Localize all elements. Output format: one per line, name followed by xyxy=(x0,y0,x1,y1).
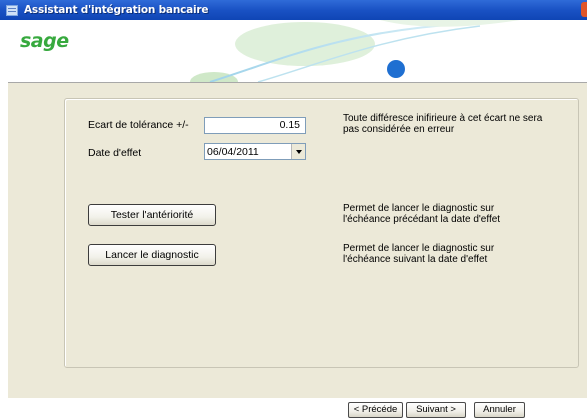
window-icon xyxy=(6,4,18,16)
chevron-down-icon xyxy=(295,149,302,154)
dropdown-button[interactable] xyxy=(291,144,305,159)
sage-logo: sage xyxy=(20,30,69,52)
green-shape xyxy=(235,22,375,66)
run-diagnostic-label: Lancer le diagnostic xyxy=(105,249,199,261)
close-icon[interactable] xyxy=(581,2,587,17)
test-description: Permet de lancer le diagnostic sur l'éch… xyxy=(343,203,501,225)
banner-graphic xyxy=(190,20,520,83)
previous-button[interactable]: < Précéde xyxy=(348,402,403,418)
blue-dot xyxy=(387,60,405,78)
test-anteriority-label: Tester l'antériorité xyxy=(110,209,194,221)
tolerance-description: Toute différesce inifirieure à cet écart… xyxy=(343,113,543,135)
header-banner: sage xyxy=(0,20,587,83)
window-title: Assistant d'intégration bancaire xyxy=(24,4,209,16)
options-group xyxy=(64,98,579,368)
tolerance-label: Ecart de tolérance +/- xyxy=(88,119,189,131)
date-label: Date d'effet xyxy=(88,147,142,159)
next-button[interactable]: Suivant > xyxy=(406,402,466,418)
left-margin xyxy=(0,83,8,398)
test-anteriority-button[interactable]: Tester l'antériorité xyxy=(88,204,216,226)
cancel-button[interactable]: Annuler xyxy=(474,402,525,418)
run-description: Permet de lancer le diagnostic sur l'éch… xyxy=(343,243,495,265)
tolerance-input[interactable]: 0.15 xyxy=(204,117,306,134)
green-arc xyxy=(380,20,520,27)
run-diagnostic-button[interactable]: Lancer le diagnostic xyxy=(88,244,216,266)
date-value: 06/04/2011 xyxy=(207,146,259,158)
window-title-bar: Assistant d'intégration bancaire xyxy=(0,0,587,20)
date-picker[interactable]: 06/04/2011 xyxy=(204,143,306,160)
